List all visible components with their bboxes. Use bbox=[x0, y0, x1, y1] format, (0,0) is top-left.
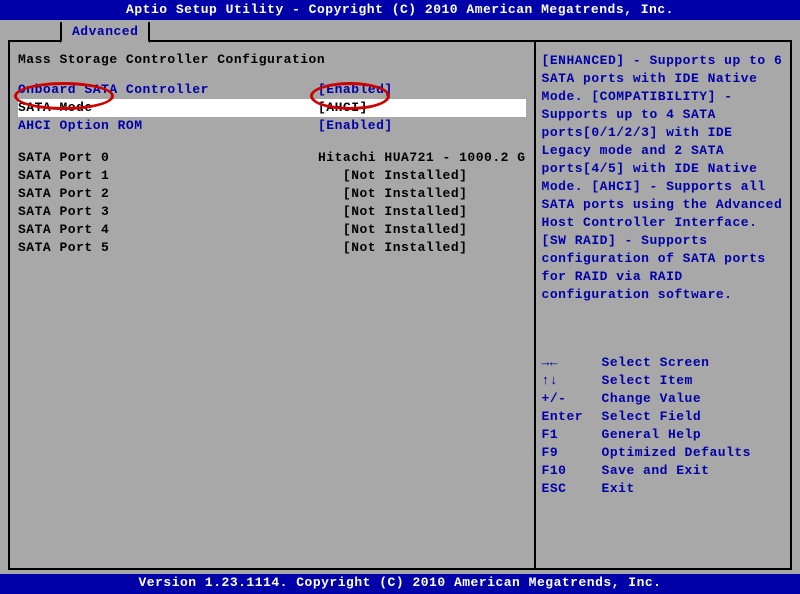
key-name: Enter bbox=[542, 408, 602, 426]
section-title: Mass Storage Controller Configuration bbox=[18, 52, 526, 67]
tab-advanced[interactable]: Advanced bbox=[60, 22, 150, 43]
setting-sata-mode[interactable]: SATA Mode [AHCI] bbox=[18, 99, 526, 117]
key-hint-row: F10Save and Exit bbox=[542, 462, 784, 480]
keys-section: →←Select Screen↑↓Select Item+/-Change Va… bbox=[542, 354, 784, 498]
bios-header: Aptio Setup Utility - Copyright (C) 2010… bbox=[0, 0, 800, 20]
port-value: [Not Installed] bbox=[318, 221, 526, 239]
key-desc: Exit bbox=[602, 480, 784, 498]
setting-value: [AHCI] bbox=[318, 99, 526, 117]
port-value: [Not Installed] bbox=[318, 203, 526, 221]
port-label: SATA Port 5 bbox=[18, 239, 318, 257]
key-name: F10 bbox=[542, 462, 602, 480]
port-value: [Not Installed] bbox=[318, 239, 526, 257]
key-hint-row: ↑↓Select Item bbox=[542, 372, 784, 390]
port-label: SATA Port 1 bbox=[18, 167, 318, 185]
setting-ahci-rom[interactable]: AHCI Option ROM [Enabled] bbox=[18, 117, 526, 135]
port-value: Hitachi HUA721 - 1000.2 G bbox=[318, 149, 526, 167]
setting-label: Onboard SATA Controller bbox=[18, 81, 318, 99]
sata-port-row: SATA Port 0Hitachi HUA721 - 1000.2 G bbox=[18, 149, 526, 167]
key-hint-row: ESCExit bbox=[542, 480, 784, 498]
port-label: SATA Port 4 bbox=[18, 221, 318, 239]
content-frame: Mass Storage Controller Configuration On… bbox=[8, 40, 792, 570]
main-panel: Mass Storage Controller Configuration On… bbox=[10, 42, 536, 568]
sata-port-row: SATA Port 3 [Not Installed] bbox=[18, 203, 526, 221]
port-value: [Not Installed] bbox=[318, 167, 526, 185]
setting-label: AHCI Option ROM bbox=[18, 117, 318, 135]
sata-port-row: SATA Port 2 [Not Installed] bbox=[18, 185, 526, 203]
key-desc: Select Item bbox=[602, 372, 784, 390]
key-name: +/- bbox=[542, 390, 602, 408]
sata-port-row: SATA Port 5 [Not Installed] bbox=[18, 239, 526, 257]
key-desc: Save and Exit bbox=[602, 462, 784, 480]
key-name: ↑↓ bbox=[542, 372, 602, 390]
key-hint-row: +/-Change Value bbox=[542, 390, 784, 408]
setting-value: [Enabled] bbox=[318, 81, 526, 99]
key-hint-row: F1General Help bbox=[542, 426, 784, 444]
key-hint-row: EnterSelect Field bbox=[542, 408, 784, 426]
key-name: F1 bbox=[542, 426, 602, 444]
sata-port-row: SATA Port 4 [Not Installed] bbox=[18, 221, 526, 239]
key-name: F9 bbox=[542, 444, 602, 462]
key-name: ESC bbox=[542, 480, 602, 498]
help-panel: [ENHANCED] - Supports up to 6 SATA ports… bbox=[536, 42, 790, 568]
port-value: [Not Installed] bbox=[318, 185, 526, 203]
setting-value: [Enabled] bbox=[318, 117, 526, 135]
key-desc: Select Field bbox=[602, 408, 784, 426]
key-desc: Optimized Defaults bbox=[602, 444, 784, 462]
setting-onboard-sata[interactable]: Onboard SATA Controller [Enabled] bbox=[18, 81, 526, 99]
port-label: SATA Port 3 bbox=[18, 203, 318, 221]
help-text: [ENHANCED] - Supports up to 6 SATA ports… bbox=[542, 52, 784, 304]
port-label: SATA Port 0 bbox=[18, 149, 318, 167]
bios-footer: Version 1.23.1114. Copyright (C) 2010 Am… bbox=[0, 574, 800, 594]
key-name: →← bbox=[542, 354, 602, 372]
setting-label: SATA Mode bbox=[18, 99, 318, 117]
port-label: SATA Port 2 bbox=[18, 185, 318, 203]
key-desc: Change Value bbox=[602, 390, 784, 408]
key-desc: Select Screen bbox=[602, 354, 784, 372]
key-desc: General Help bbox=[602, 426, 784, 444]
key-hint-row: F9Optimized Defaults bbox=[542, 444, 784, 462]
tabs-row: Advanced bbox=[0, 20, 800, 40]
key-hint-row: →←Select Screen bbox=[542, 354, 784, 372]
sata-port-row: SATA Port 1 [Not Installed] bbox=[18, 167, 526, 185]
